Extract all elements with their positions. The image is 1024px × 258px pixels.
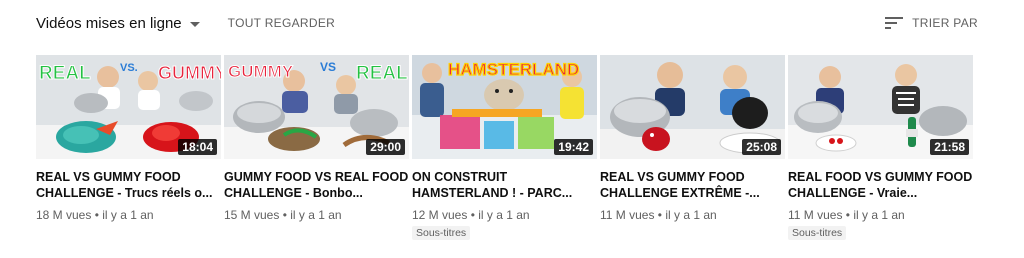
video-meta: 11 M vues • il y a 1 an bbox=[600, 208, 717, 222]
video-thumbnail[interactable]: HAMSTERLAND 19:42 bbox=[412, 55, 597, 159]
video-card[interactable]: HAMSTERLAND 19:42 ON CONSTRUIT HAMSTERLA… bbox=[412, 55, 597, 241]
svg-text:GUMMY: GUMMY bbox=[228, 62, 294, 81]
sort-by-label: TRIER PAR bbox=[912, 16, 978, 30]
section-header: Vidéos mises en ligne TOUT REGARDER TRIE… bbox=[36, 10, 978, 36]
video-title[interactable]: ON CONSTRUIT HAMSTERLAND ! - PARC... bbox=[412, 169, 597, 201]
video-duration: 25:08 bbox=[742, 139, 781, 155]
svg-text:VS: VS bbox=[320, 60, 336, 74]
video-duration: 21:58 bbox=[930, 139, 969, 155]
svg-text:REAL: REAL bbox=[356, 63, 408, 84]
video-title[interactable]: REAL VS GUMMY FOOD CHALLENGE - Trucs rée… bbox=[36, 169, 221, 201]
video-duration: 18:04 bbox=[178, 139, 217, 155]
video-duration: 29:00 bbox=[366, 139, 405, 155]
svg-text:REAL: REAL bbox=[39, 63, 91, 84]
video-meta: 11 M vues • il y a 1 an bbox=[788, 208, 905, 222]
next-row-thumbnail[interactable] bbox=[412, 252, 597, 258]
video-card[interactable]: GUMMY VS REAL 29:00 GUMMY FOOD VS REAL F… bbox=[224, 55, 409, 222]
section-title: Vidéos mises en ligne bbox=[36, 14, 182, 32]
next-row-thumbnail[interactable] bbox=[600, 252, 785, 258]
video-title[interactable]: REAL FOOD VS GUMMY FOOD CHALLENGE - Vrai… bbox=[788, 169, 973, 201]
video-card[interactable]: 25:08 REAL VS GUMMY FOOD CHALLENGE EXTRÊ… bbox=[600, 55, 785, 222]
video-thumbnail[interactable]: 21:58 bbox=[788, 55, 973, 159]
svg-text:GUMMY: GUMMY bbox=[158, 63, 221, 83]
video-meta: 18 M vues • il y a 1 an bbox=[36, 208, 154, 222]
chevron-down-icon bbox=[189, 21, 200, 27]
video-thumbnail[interactable]: REAL VS. GUMMY 18:04 bbox=[36, 55, 221, 159]
section-title-dropdown[interactable]: Vidéos mises en ligne bbox=[36, 15, 200, 32]
channel-videos-page: Vidéos mises en ligne TOUT REGARDER TRIE… bbox=[0, 0, 1024, 258]
video-thumbnail[interactable]: 25:08 bbox=[600, 55, 785, 159]
svg-text:VS.: VS. bbox=[120, 62, 138, 74]
video-card[interactable]: 21:58 REAL FOOD VS GUMMY FOOD CHALLENGE … bbox=[788, 55, 973, 241]
video-meta: 15 M vues • il y a 1 an bbox=[224, 208, 342, 222]
sort-icon bbox=[885, 17, 904, 29]
video-title[interactable]: GUMMY FOOD VS REAL FOOD CHALLENGE - Bonb… bbox=[224, 169, 409, 201]
video-title[interactable]: REAL VS GUMMY FOOD CHALLENGE EXTRÊME -..… bbox=[600, 169, 785, 201]
video-thumbnail[interactable]: GUMMY VS REAL 29:00 bbox=[224, 55, 409, 159]
video-card[interactable]: REAL VS. GUMMY 18:04 REAL VS GUMMY FOOD … bbox=[36, 55, 221, 222]
video-grid: REAL VS. GUMMY 18:04 REAL VS GUMMY FOOD … bbox=[36, 55, 976, 255]
next-row-thumbnail[interactable] bbox=[224, 252, 409, 258]
video-meta: 12 M vues • il y a 1 an bbox=[412, 208, 530, 222]
see-all-button[interactable]: TOUT REGARDER bbox=[228, 16, 335, 30]
video-duration: 19:42 bbox=[554, 139, 593, 155]
subtitles-badge: Sous-titres bbox=[788, 226, 847, 240]
subtitles-badge: Sous-titres bbox=[412, 226, 471, 240]
svg-text:HAMSTERLAND: HAMSTERLAND bbox=[448, 60, 579, 79]
next-row-thumbnail[interactable] bbox=[36, 252, 221, 258]
sort-by-button[interactable]: TRIER PAR bbox=[885, 16, 978, 30]
next-row-thumbnail[interactable] bbox=[788, 252, 973, 258]
